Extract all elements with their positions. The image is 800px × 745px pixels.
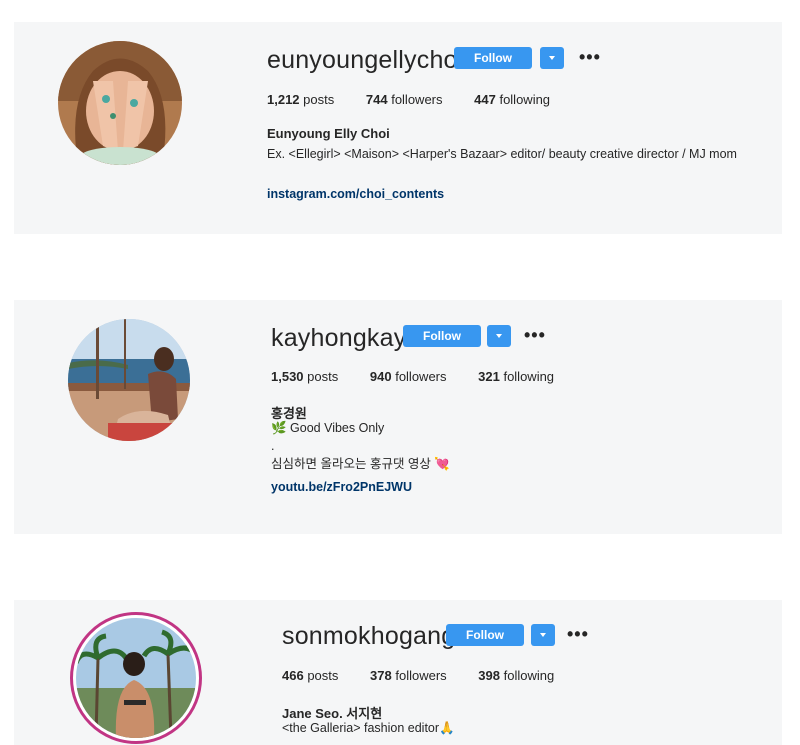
username: sonmokhogang bbox=[282, 622, 456, 650]
more-options-icon[interactable]: ••• bbox=[567, 625, 589, 643]
posts-stat[interactable]: 466 posts bbox=[282, 668, 338, 683]
bio-line: 심심하면 올라오는 홍규댓 영상 💘 bbox=[271, 457, 450, 471]
full-name: Eunyoung Elly Choi bbox=[267, 126, 390, 141]
profile-stats: 1,212 posts 744 followers 447 following bbox=[267, 92, 578, 107]
more-options-icon[interactable]: ••• bbox=[579, 48, 601, 66]
profile-card-sonmokhogang: sonmokhogang Follow ••• 466 posts 378 fo… bbox=[14, 600, 782, 745]
bio: Ex. <Ellegirl> <Maison> <Harper's Bazaar… bbox=[267, 147, 737, 161]
profile-avatar[interactable] bbox=[68, 319, 190, 441]
followers-stat[interactable]: 940 followers bbox=[370, 369, 447, 384]
more-options-icon[interactable]: ••• bbox=[524, 326, 546, 344]
follow-button[interactable]: Follow bbox=[403, 325, 481, 347]
profile-stats: 1,530 posts 940 followers 321 following bbox=[271, 369, 582, 384]
profile-stats: 466 posts 378 followers 398 following bbox=[282, 668, 582, 683]
profile-avatar[interactable] bbox=[58, 41, 182, 165]
profile-card-kayhongkay: kayhongkay Follow ••• 1,530 posts 940 fo… bbox=[14, 300, 782, 534]
profile-card-eunyoungellychoi: eunyoungellychoi Follow ••• 1,212 posts … bbox=[14, 22, 782, 234]
posts-stat[interactable]: 1,212 posts bbox=[267, 92, 334, 107]
website-link[interactable]: youtu.be/zFro2PnEJWU bbox=[271, 480, 412, 494]
following-stat[interactable]: 447 following bbox=[474, 92, 550, 107]
suggestions-dropdown-button[interactable] bbox=[487, 325, 511, 347]
followers-stat[interactable]: 744 followers bbox=[366, 92, 443, 107]
posts-stat[interactable]: 1,530 posts bbox=[271, 369, 338, 384]
bio: <the Galleria> fashion editor🙏 bbox=[282, 721, 455, 735]
suggestions-dropdown-button[interactable] bbox=[531, 624, 555, 646]
suggestions-dropdown-button[interactable] bbox=[540, 47, 564, 69]
followers-stat[interactable]: 378 followers bbox=[370, 668, 447, 683]
profile-avatar[interactable] bbox=[70, 612, 202, 744]
bio-line: 🌿 Good Vibes Only bbox=[271, 421, 385, 435]
username: eunyoungellychoi bbox=[267, 46, 464, 74]
bio-line: . bbox=[271, 439, 275, 453]
follow-button[interactable]: Follow bbox=[454, 47, 532, 69]
follow-button[interactable]: Follow bbox=[446, 624, 524, 646]
following-stat[interactable]: 398 following bbox=[478, 668, 554, 683]
username: kayhongkay bbox=[271, 324, 407, 352]
following-stat[interactable]: 321 following bbox=[478, 369, 554, 384]
website-link[interactable]: instagram.com/choi_contents bbox=[267, 187, 444, 201]
